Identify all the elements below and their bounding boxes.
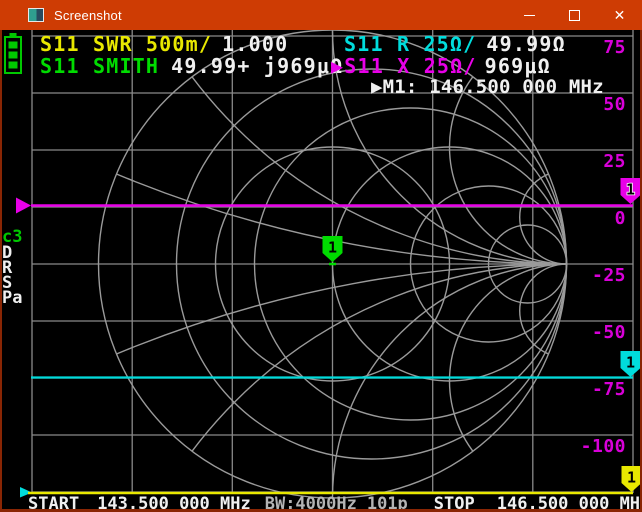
- active-trace-arrow-icon: ▶: [331, 54, 344, 78]
- r-label: S11 R 25Ω/: [344, 32, 476, 56]
- cal-flag-pa: Pa: [2, 288, 22, 308]
- swr-value: 1.000: [222, 32, 288, 56]
- marker-flag-smith: 1: [323, 236, 343, 262]
- svg-text:1: 1: [626, 354, 635, 372]
- battery-icon: [5, 33, 21, 73]
- marker-flag-swr: 1: [622, 466, 642, 492]
- axis-tick-50: 50: [603, 94, 626, 115]
- x-trace-reference-marker: [16, 198, 31, 214]
- smith-value: 49.99+ j969μΩ: [171, 54, 343, 78]
- swr-label: S11 SWR 500m/: [40, 32, 212, 56]
- axis-tick-25: 25: [603, 151, 626, 172]
- axis-tick-75: 75: [603, 37, 626, 58]
- minimize-button[interactable]: [507, 0, 552, 30]
- minimize-icon: [524, 15, 535, 16]
- legend-r-row: S11 R 25Ω/49.99Ω: [344, 32, 566, 56]
- marker-flag-x: 1: [621, 178, 641, 204]
- marker-arrow-icon: ▶: [371, 76, 383, 98]
- axis-tick-n25: -25: [592, 265, 626, 286]
- app-window: Screenshot ✕: [0, 0, 642, 512]
- marker-frequency: M1: 146.500 000 MHz: [383, 76, 604, 98]
- x-value: 969μΩ: [485, 54, 551, 78]
- svg-text:1: 1: [627, 469, 636, 487]
- close-button[interactable]: ✕: [597, 0, 642, 30]
- close-icon: ✕: [614, 7, 626, 24]
- window-title: Screenshot: [54, 8, 122, 23]
- marker-flag-r: 1: [621, 351, 641, 377]
- svg-text:1: 1: [626, 181, 635, 199]
- axis-tick-0: 0: [615, 208, 626, 229]
- axis-tick-n100: -100: [581, 436, 626, 457]
- legend-smith-row: S11 SMITH 49.99+ j969μΩ: [40, 54, 343, 78]
- r-value: 49.99Ω: [486, 32, 565, 56]
- svg-text:1: 1: [328, 239, 337, 257]
- axis-tick-n50: -50: [592, 322, 626, 343]
- title-bar[interactable]: Screenshot ✕: [0, 0, 642, 30]
- maximize-button[interactable]: [552, 0, 597, 30]
- smith-label: S11 SMITH: [40, 54, 159, 78]
- maximize-icon: [569, 10, 580, 21]
- window-controls: ✕: [507, 0, 642, 30]
- legend-swr-row: S11 SWR 500m/1.000: [40, 32, 288, 56]
- window-border-left: [0, 30, 2, 512]
- axis-tick-n75: -75: [592, 379, 626, 400]
- legend-x-row: ▶S11 X 25Ω/969μΩ: [331, 54, 551, 78]
- x-label: S11 X 25Ω/: [344, 54, 476, 78]
- app-icon: [28, 8, 44, 22]
- marker-readout: ▶M1: 146.500 000 MHz: [371, 76, 604, 98]
